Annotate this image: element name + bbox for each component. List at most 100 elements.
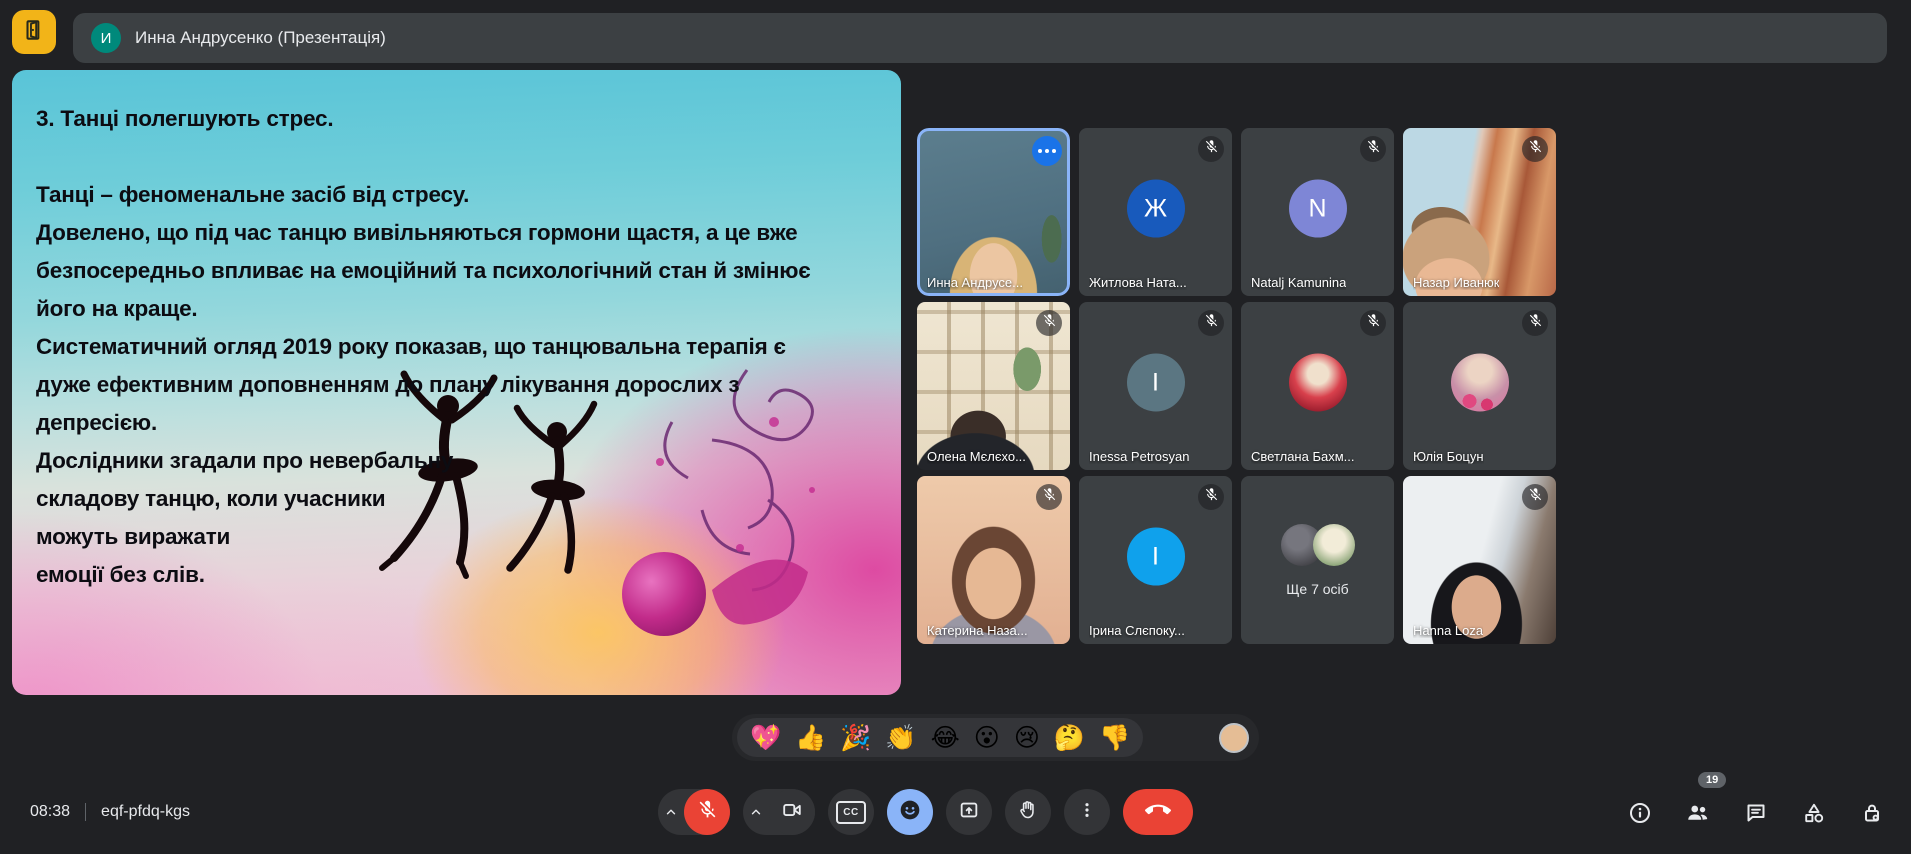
captions-button[interactable]: CC xyxy=(828,789,874,835)
tile-name: Hanna Loza xyxy=(1413,623,1483,638)
participant-grid: Инна Андрусе... Ж Житлова Ната... N Na xyxy=(917,128,1556,644)
host-controls-button[interactable] xyxy=(1860,803,1884,827)
participant-count-badge: 19 xyxy=(1698,772,1726,788)
mic-off-icon xyxy=(1204,313,1219,333)
slide-line xyxy=(36,138,885,176)
presentation-slide-tile[interactable]: 3. Танці полегшують стрес.Танці – феноме… xyxy=(12,70,901,695)
mic-control-group xyxy=(658,789,730,835)
participant-avatar: N xyxy=(1289,180,1347,238)
meeting-code: eqf-pfdq-kgs xyxy=(101,803,190,821)
captions-icon: CC xyxy=(836,801,866,824)
camera-button[interactable] xyxy=(769,789,815,835)
reaction-emoji-button[interactable]: 🎉 xyxy=(840,725,871,750)
reactions-toggle-button[interactable] xyxy=(887,789,933,835)
tile-name: Олена Мєлєхо... xyxy=(927,449,1026,464)
videocam-icon xyxy=(781,799,803,826)
participant-tile[interactable]: Катерина Наза... xyxy=(917,476,1070,644)
avatar-initial: И xyxy=(101,30,112,47)
more-options-button[interactable] xyxy=(1064,789,1110,835)
reaction-emoji-button[interactable]: 👍 xyxy=(795,725,826,750)
skin-tone-selector[interactable] xyxy=(1219,723,1249,753)
mic-off-icon xyxy=(1204,487,1219,507)
mic-off-badge xyxy=(1360,310,1386,336)
participant-tile[interactable]: N Natalj Kamunina xyxy=(1241,128,1394,296)
participant-tile[interactable]: Назар Иванюк xyxy=(1403,128,1556,296)
raise-hand-icon xyxy=(1017,799,1039,826)
mic-off-icon xyxy=(1528,487,1543,507)
reaction-emoji-button[interactable]: 👎 xyxy=(1099,725,1130,750)
mic-off-badge xyxy=(1360,136,1386,162)
mic-off-icon xyxy=(1042,487,1057,507)
slide-line: Танці – феноменальне засіб від стресу. xyxy=(36,176,885,214)
reaction-emoji-button[interactable]: 🤔 xyxy=(1054,725,1085,750)
reaction-emoji-button[interactable]: 😮 xyxy=(974,725,1000,750)
participant-tile[interactable]: Ж Житлова Ната... xyxy=(1079,128,1232,296)
mic-off-badge xyxy=(1036,484,1062,510)
reactions-smiley-icon xyxy=(897,797,923,828)
mic-off-badge xyxy=(1198,310,1224,336)
participant-tile[interactable]: I Ірина Слєпоку... xyxy=(1079,476,1232,644)
participant-avatar: Ж xyxy=(1127,180,1185,238)
participant-tile[interactable]: Инна Андрусе... xyxy=(917,128,1070,296)
mic-mute-button[interactable] xyxy=(684,789,730,835)
slide-line: Довелено, що під час танцю вивільняються… xyxy=(36,214,885,252)
mic-off-badge xyxy=(1522,310,1548,336)
mic-off-icon xyxy=(1366,313,1381,333)
tile-name: Житлова Ната... xyxy=(1089,275,1187,290)
tile-name: Natalj Kamunina xyxy=(1251,275,1346,290)
panel-controls: 19 xyxy=(1628,803,1884,827)
call-controls: CC xyxy=(658,789,1193,835)
activities-icon xyxy=(1802,801,1826,830)
participant-tile[interactable]: Hanna Loza xyxy=(1403,476,1556,644)
activities-button[interactable] xyxy=(1802,803,1826,827)
slide-line: Систематичний огляд 2019 року показав, щ… xyxy=(36,328,885,366)
tile-name: Inessa Petrosyan xyxy=(1089,449,1189,464)
participant-tile[interactable]: Олена Мєлєхо... xyxy=(917,302,1070,470)
reaction-emoji-button[interactable]: 💖 xyxy=(750,725,781,750)
present-screen-icon xyxy=(958,799,980,826)
tile-name: Инна Андрусе... xyxy=(927,275,1023,290)
chat-button[interactable] xyxy=(1744,803,1768,827)
reaction-emoji-button[interactable]: 👏 xyxy=(885,725,916,750)
slide-line: Дослідники згадали про невербальну xyxy=(36,442,885,480)
slide-line: дуже ефективним доповненням до плану лік… xyxy=(36,366,885,404)
end-call-button[interactable] xyxy=(1123,789,1193,835)
reaction-emoji-button[interactable]: 😂 xyxy=(931,725,960,750)
show-everyone-button[interactable]: 19 xyxy=(1686,803,1710,827)
host-controls-lock-icon xyxy=(1860,801,1884,830)
tile-name: Светлана Бахм... xyxy=(1251,449,1355,464)
tile-name: Ірина Слєпоку... xyxy=(1089,623,1185,638)
app-launcher-button[interactable] xyxy=(12,10,56,54)
participant-avatar: I xyxy=(1127,528,1185,586)
camera-options-chevron-up-icon[interactable] xyxy=(743,805,769,819)
door-icon xyxy=(21,17,47,48)
mic-off-badge xyxy=(1198,484,1224,510)
presenter-name: Инна Андрусенко (Презентація) xyxy=(135,28,386,48)
mic-off-icon xyxy=(1042,313,1057,333)
tile-name: Назар Иванюк xyxy=(1413,275,1499,290)
chat-icon xyxy=(1744,801,1768,830)
reactions-bar: 💖 👍 🎉 👏 😂 😮 😢 🤔 👎 xyxy=(732,714,1259,761)
info-icon xyxy=(1628,801,1652,830)
meeting-details-button[interactable] xyxy=(1628,803,1652,827)
overflow-count-label: Ще 7 осіб xyxy=(1241,581,1394,597)
reaction-emoji-button[interactable]: 😢 xyxy=(1014,725,1040,750)
overflow-avatars xyxy=(1281,524,1355,566)
present-screen-button[interactable] xyxy=(946,789,992,835)
raise-hand-button[interactable] xyxy=(1005,789,1051,835)
participant-tile[interactable]: Светлана Бахм... xyxy=(1241,302,1394,470)
meeting-meta: 08:38 eqf-pfdq-kgs xyxy=(30,803,190,821)
mic-off-icon xyxy=(697,799,718,825)
divider xyxy=(85,803,86,821)
camera-control-group xyxy=(743,789,815,835)
mic-options-chevron-up-icon[interactable] xyxy=(658,805,684,819)
participant-tile[interactable]: I Inessa Petrosyan xyxy=(1079,302,1232,470)
presentation-banner[interactable]: И Инна Андрусенко (Презентація) xyxy=(73,13,1887,63)
participant-tile[interactable]: Ще 7 осіб Ще 7 осіб xyxy=(1241,476,1394,644)
more-options-badge[interactable] xyxy=(1032,136,1062,166)
avatar xyxy=(1313,524,1355,566)
slide-line: безпосередньо впливає на емоційний та пс… xyxy=(36,252,885,290)
slide-line: складову танцю, коли учасники xyxy=(36,480,885,518)
participant-tile[interactable]: Юлія Боцун xyxy=(1403,302,1556,470)
more-vert-icon xyxy=(1077,800,1097,825)
